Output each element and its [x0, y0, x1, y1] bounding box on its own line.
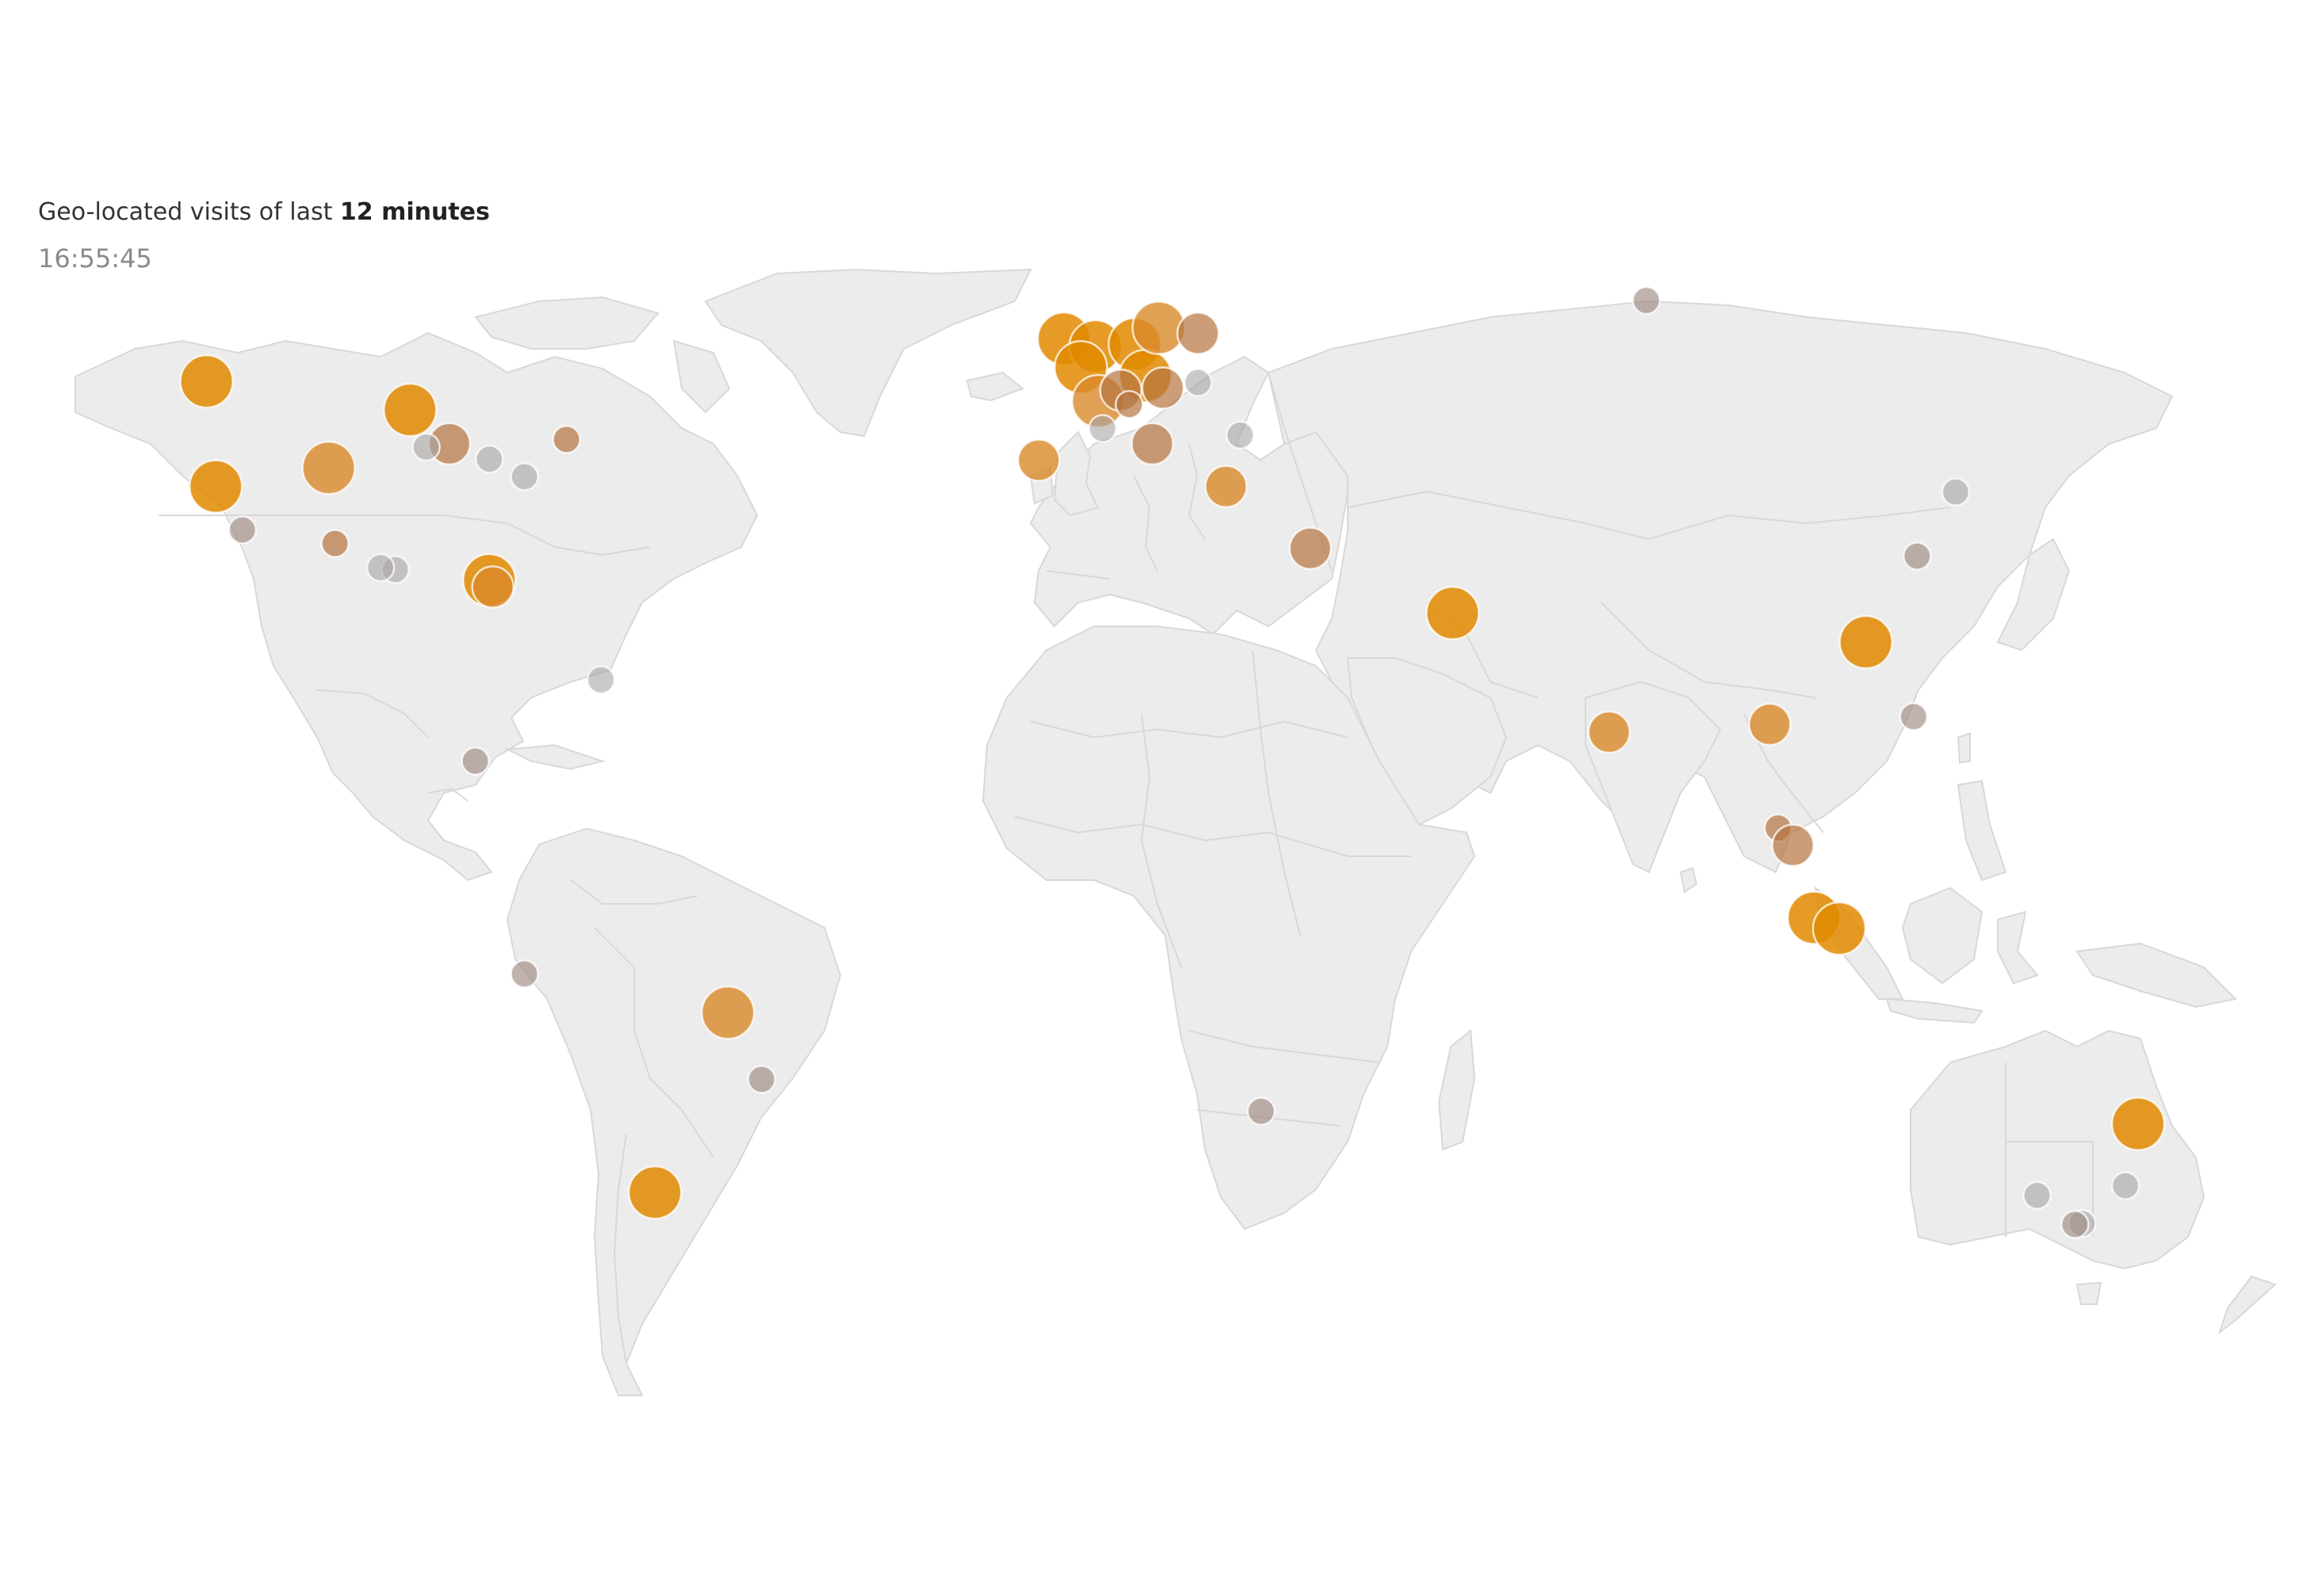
land-australia — [1910, 1029, 2205, 1270]
visit-marker[interactable] — [1183, 368, 1213, 397]
land-taiwan — [1957, 732, 1971, 764]
land-java — [1885, 997, 1983, 1024]
visit-marker[interactable] — [1141, 366, 1185, 410]
visit-marker[interactable] — [1288, 526, 1333, 570]
visit-marker[interactable] — [1115, 389, 1144, 419]
visit-marker[interactable] — [2110, 1097, 2166, 1151]
land-cuba — [504, 744, 606, 771]
land-greenland — [704, 268, 1032, 438]
land-sri-lanka — [1679, 867, 1698, 894]
visit-marker[interactable] — [1204, 465, 1248, 508]
land-arctic-islands — [474, 296, 660, 350]
visit-marker[interactable] — [1771, 823, 1815, 867]
land-philippines — [1957, 779, 2007, 882]
current-time: 16:55:45 — [38, 243, 152, 274]
map-caption: Geo-located visits of last 12 minutes — [38, 198, 490, 226]
visit-marker[interactable] — [188, 459, 243, 514]
visitor-map-widget: Geo-located visits of last 12 minutes 16… — [0, 0, 2299, 1596]
land-borneo — [1901, 886, 1983, 985]
visit-marker[interactable] — [1941, 477, 1971, 507]
visit-marker[interactable] — [2110, 1171, 2140, 1200]
land-new-zealand — [2218, 1275, 2277, 1334]
visit-marker[interactable] — [320, 529, 350, 558]
land-tasmania — [2075, 1281, 2102, 1305]
visit-marker[interactable] — [627, 1165, 683, 1220]
visit-marker[interactable] — [1838, 614, 1893, 670]
land-new-guinea — [2075, 942, 2238, 1009]
caption-prefix: Geo-located visits of last — [38, 198, 340, 226]
visit-marker[interactable] — [301, 440, 356, 496]
visit-marker[interactable] — [700, 985, 755, 1040]
visit-marker[interactable] — [365, 553, 396, 583]
visit-marker[interactable] — [411, 432, 441, 462]
land-south-america — [506, 827, 842, 1396]
visit-marker[interactable] — [1130, 422, 1174, 466]
land-baffin — [672, 339, 731, 414]
visit-marker[interactable] — [747, 1065, 776, 1094]
visit-marker[interactable] — [1748, 702, 1792, 746]
visit-marker[interactable] — [1811, 901, 1867, 956]
visit-marker[interactable] — [1176, 312, 1220, 355]
land-iceland — [966, 371, 1024, 402]
land-india — [1585, 680, 1722, 874]
world-map — [75, 268, 2277, 1396]
land-sulawesi — [1997, 910, 2039, 985]
visit-marker[interactable] — [461, 746, 490, 776]
visit-marker[interactable] — [510, 959, 539, 989]
visit-marker[interactable] — [586, 665, 616, 695]
visit-marker[interactable] — [1017, 438, 1061, 482]
visit-marker[interactable] — [1088, 414, 1118, 443]
visit-marker[interactable] — [552, 425, 581, 454]
visit-marker[interactable] — [1246, 1097, 1276, 1126]
visit-marker[interactable] — [471, 565, 515, 609]
visit-marker[interactable] — [1631, 285, 1661, 316]
visit-marker[interactable] — [1226, 420, 1255, 450]
visit-marker[interactable] — [2060, 1210, 2090, 1239]
land-madagascar — [1437, 1029, 1476, 1151]
caption-time-window: 12 minutes — [339, 198, 490, 226]
visit-marker[interactable] — [2022, 1181, 2052, 1211]
visit-marker[interactable] — [475, 444, 504, 474]
visit-marker[interactable] — [1425, 586, 1480, 641]
visit-marker[interactable] — [1899, 702, 1929, 732]
visit-marker[interactable] — [510, 461, 539, 492]
visit-marker[interactable] — [1131, 300, 1186, 355]
visit-marker[interactable] — [383, 382, 438, 438]
visit-marker[interactable] — [1587, 710, 1631, 754]
visit-marker[interactable] — [1903, 542, 1932, 571]
visit-marker[interactable] — [228, 515, 258, 545]
visit-marker[interactable] — [179, 354, 234, 409]
